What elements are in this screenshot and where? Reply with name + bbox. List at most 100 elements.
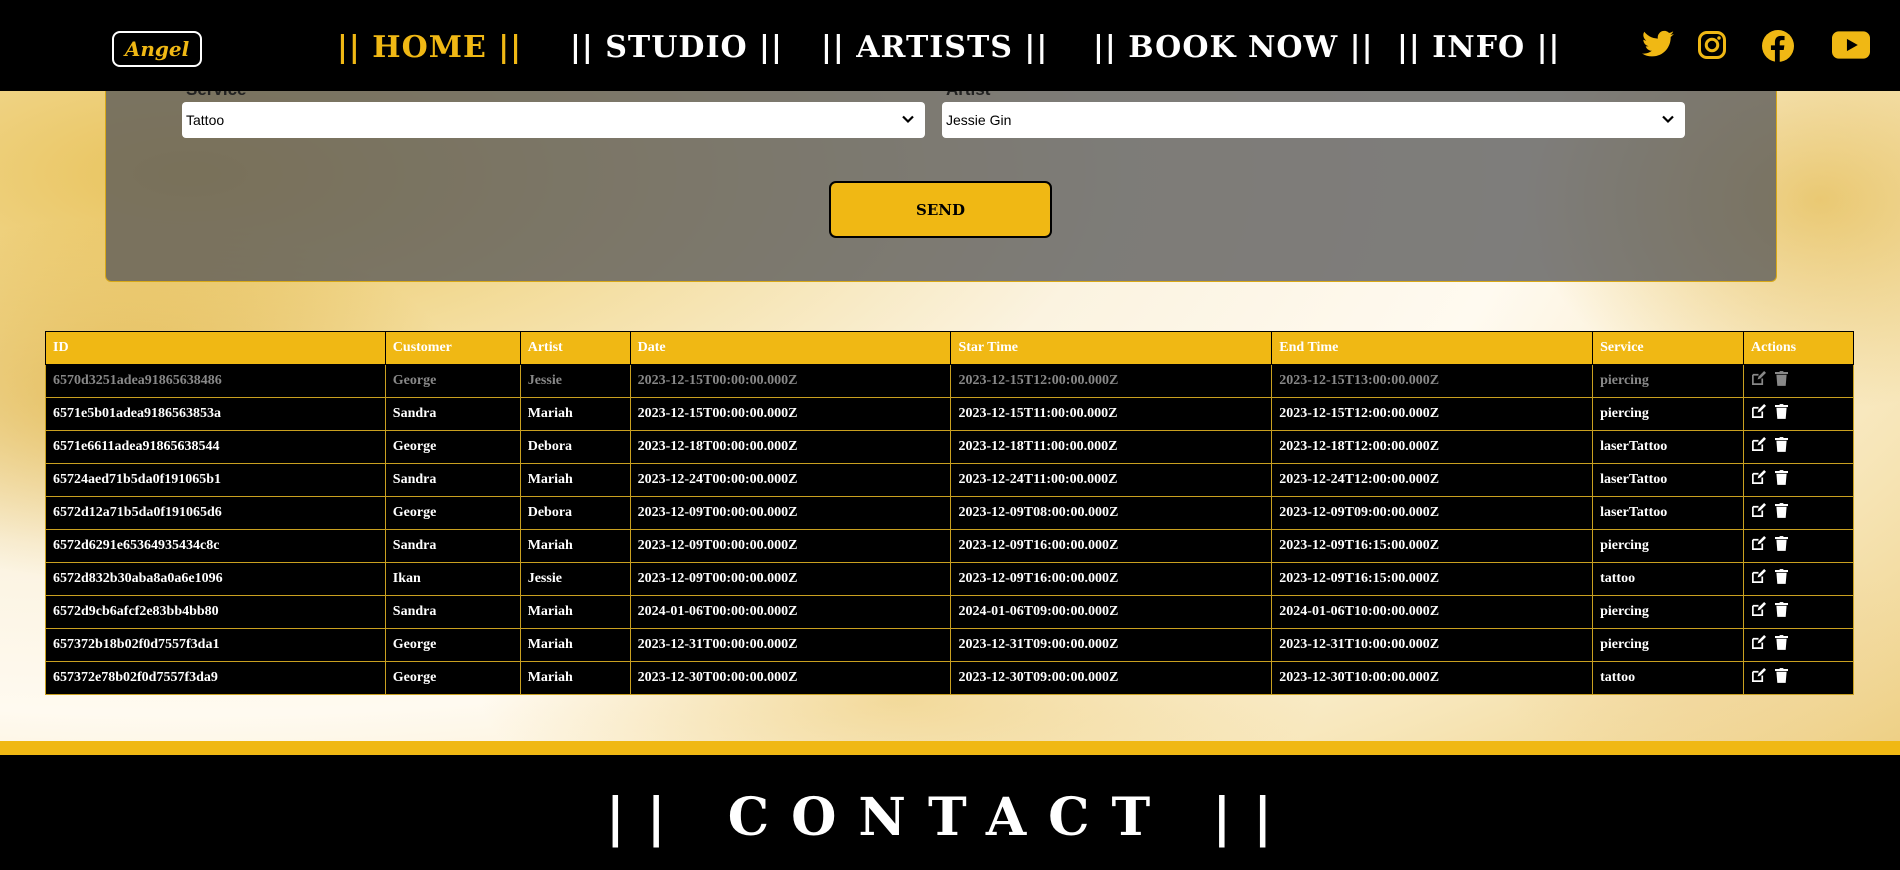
send-button[interactable]: SEND — [829, 181, 1052, 238]
cell-end-time: 2023-12-18T12:00:00.000Z — [1271, 430, 1594, 464]
nav-artists[interactable]: || ARTISTS || — [821, 30, 1048, 65]
cell-id: 6572d6291e65364935434c8c — [45, 529, 386, 563]
cell-end-time: 2024-01-06T10:00:00.000Z — [1271, 595, 1594, 629]
cell-customer: Sandra — [384, 397, 521, 431]
cell-artist: Mariah — [519, 595, 631, 629]
artist-select[interactable]: Jessie Gin — [942, 102, 1685, 138]
cell-customer: George — [384, 661, 521, 695]
delete-icon[interactable] — [1775, 602, 1788, 617]
delete-icon[interactable] — [1775, 668, 1788, 683]
cell-artist: Jessie — [519, 364, 631, 398]
appointments-table: ID Customer Artist Date Star Time End Ti… — [45, 331, 1854, 695]
cell-end-time: 2023-12-31T10:00:00.000Z — [1271, 628, 1594, 662]
cell-end-time: 2023-12-09T16:15:00.000Z — [1271, 529, 1594, 563]
delete-icon[interactable] — [1775, 437, 1788, 452]
cell-date: 2023-12-31T00:00:00.000Z — [629, 628, 952, 662]
nav-book-now[interactable]: || BOOK NOW || — [1093, 30, 1373, 65]
header-id: ID — [45, 331, 386, 365]
footer: || CONTACT || — [0, 755, 1900, 870]
cell-start-time: 2024-01-06T09:00:00.000Z — [950, 595, 1273, 629]
cell-date: 2023-12-15T00:00:00.000Z — [629, 397, 952, 431]
cell-end-time: 2023-12-24T12:00:00.000Z — [1271, 463, 1594, 497]
delete-icon[interactable] — [1775, 635, 1788, 650]
cell-start-time: 2023-12-15T12:00:00.000Z — [950, 364, 1273, 398]
cell-date: 2023-12-18T00:00:00.000Z — [629, 430, 952, 464]
youtube-icon[interactable] — [1832, 30, 1870, 60]
cell-customer: Sandra — [384, 595, 521, 629]
cell-id: 6572d832b30aba8a0a6e1096 — [45, 562, 386, 596]
cell-start-time: 2023-12-09T16:00:00.000Z — [950, 529, 1273, 563]
top-navbar: Angel || HOME || || STUDIO || || ARTISTS… — [0, 0, 1900, 91]
cell-customer: George — [384, 430, 521, 464]
cell-actions — [1743, 562, 1854, 596]
cell-date: 2023-12-30T00:00:00.000Z — [629, 661, 952, 695]
cell-service: piercing — [1592, 595, 1744, 629]
cell-start-time: 2023-12-24T11:00:00.000Z — [950, 463, 1273, 497]
cell-end-time: 2023-12-09T16:15:00.000Z — [1271, 562, 1594, 596]
table-row: 6572d832b30aba8a0a6e1096 Ikan Jessie 2023-1… — [45, 562, 1854, 596]
cell-date: 2023-12-09T00:00:00.000Z — [629, 496, 952, 530]
header-actions: Actions — [1743, 331, 1854, 365]
cell-artist: Debora — [519, 430, 631, 464]
twitter-icon[interactable] — [1642, 30, 1674, 58]
instagram-icon[interactable] — [1697, 30, 1727, 60]
delete-icon[interactable] — [1775, 470, 1788, 485]
cell-id: 6572d9cb6afcf2e83bb4bb80 — [45, 595, 386, 629]
cell-service: laserTattoo — [1592, 496, 1744, 530]
edit-icon[interactable] — [1751, 437, 1766, 452]
edit-icon[interactable] — [1751, 569, 1766, 584]
cell-customer: George — [384, 628, 521, 662]
cell-actions — [1743, 496, 1854, 530]
edit-icon[interactable] — [1751, 602, 1766, 617]
cell-actions — [1743, 364, 1854, 398]
cell-artist: Mariah — [519, 661, 631, 695]
table-row: 6572d12a71b5da0f191065d6 George Debora 2023… — [45, 496, 1854, 530]
delete-icon[interactable] — [1775, 536, 1788, 551]
delete-icon[interactable] — [1775, 503, 1788, 518]
service-select[interactable]: Tattoo — [182, 102, 925, 138]
edit-icon[interactable] — [1751, 635, 1766, 650]
cell-actions — [1743, 595, 1854, 629]
table-row: 657372b18b02f0d7557f3da1 George Mariah 2023… — [45, 628, 1854, 662]
nav-home[interactable]: || HOME || — [337, 30, 522, 65]
nav-studio[interactable]: || STUDIO || — [570, 30, 783, 65]
table-row: 6570d3251adea91865638486 George Jessie 2023… — [45, 364, 1854, 398]
logo[interactable]: Angel — [112, 31, 202, 67]
delete-icon[interactable] — [1775, 371, 1788, 386]
table-header-row: ID Customer Artist Date Star Time End Ti… — [45, 331, 1854, 365]
cell-artist: Mariah — [519, 529, 631, 563]
table-row: 65724aed71b5da0f191065b1 Sandra Mariah 2023… — [45, 463, 1854, 497]
header-date: Date — [629, 331, 952, 365]
cell-id: 6572d12a71b5da0f191065d6 — [45, 496, 386, 530]
edit-icon[interactable] — [1751, 503, 1766, 518]
cell-artist: Mariah — [519, 463, 631, 497]
cell-actions — [1743, 397, 1854, 431]
header-end-time: End Time — [1271, 331, 1594, 365]
cell-customer: George — [384, 364, 521, 398]
edit-icon[interactable] — [1751, 668, 1766, 683]
service-select-value: Tattoo — [186, 112, 225, 128]
cell-customer: Ikan — [384, 562, 521, 596]
nav-info[interactable]: || INFO || — [1397, 30, 1560, 65]
facebook-icon[interactable] — [1762, 30, 1794, 62]
cell-date: 2023-12-09T00:00:00.000Z — [629, 529, 952, 563]
edit-icon[interactable] — [1751, 470, 1766, 485]
header-artist: Artist — [519, 331, 631, 365]
cell-start-time: 2023-12-31T09:00:00.000Z — [950, 628, 1273, 662]
delete-icon[interactable] — [1775, 404, 1788, 419]
cell-customer: Sandra — [384, 529, 521, 563]
cell-actions — [1743, 430, 1854, 464]
edit-icon[interactable] — [1751, 404, 1766, 419]
header-service: Service — [1592, 331, 1744, 365]
cell-id: 6571e6611adea91865638544 — [45, 430, 386, 464]
chevron-down-icon — [901, 112, 915, 129]
edit-icon[interactable] — [1751, 536, 1766, 551]
delete-icon[interactable] — [1775, 569, 1788, 584]
cell-start-time: 2023-12-09T08:00:00.000Z — [950, 496, 1273, 530]
table-row: 6572d9cb6afcf2e83bb4bb80 Sandra Mariah 2024… — [45, 595, 1854, 629]
cell-actions — [1743, 661, 1854, 695]
booking-form-panel: Service Tattoo Artist Jessie Gin SEND — [105, 80, 1777, 282]
edit-icon[interactable] — [1751, 371, 1766, 386]
table-row: 6571e6611adea91865638544 George Debora 2023… — [45, 430, 1854, 464]
cell-id: 657372b18b02f0d7557f3da1 — [45, 628, 386, 662]
